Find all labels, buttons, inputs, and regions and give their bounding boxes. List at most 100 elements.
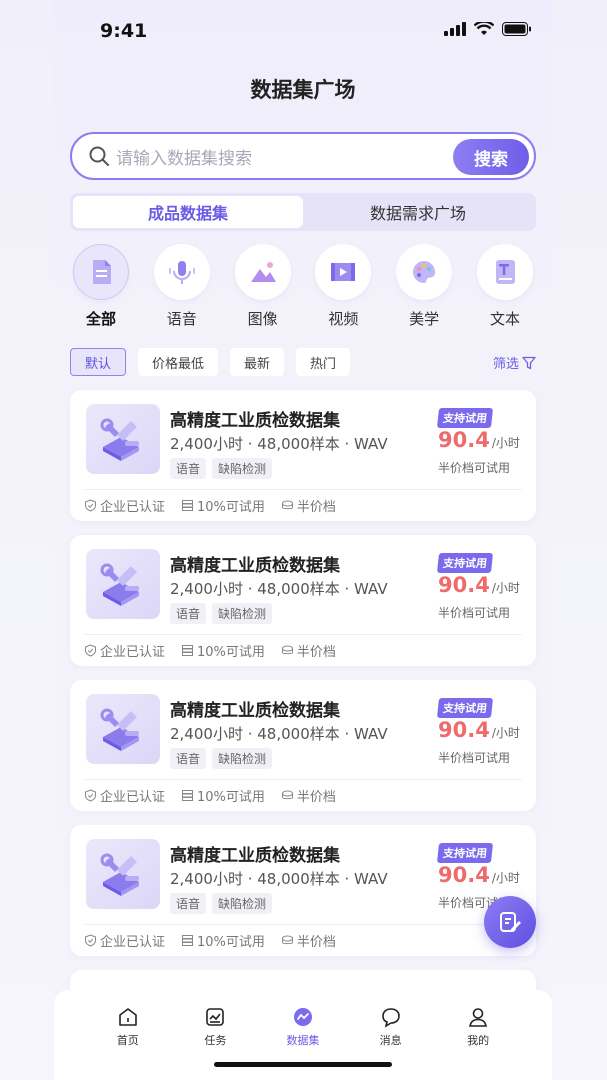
category-aesthetics[interactable]: 美学 (389, 244, 459, 329)
funnel-icon (522, 356, 536, 369)
filter-button[interactable]: 筛选 (493, 353, 536, 372)
category-text[interactable]: 文本 (470, 244, 540, 329)
tab-profile[interactable]: 我的 (434, 990, 522, 1080)
sort-filter-bar: 默认 价格最低 最新 热门 筛选 (70, 347, 536, 377)
database-stack-icon (182, 500, 194, 511)
price-unit: /小时 (491, 581, 520, 595)
palette-icon (413, 261, 436, 283)
category-video[interactable]: 视频 (308, 244, 378, 329)
search-bar: 请输入数据集搜索 搜索 (70, 132, 536, 180)
category-label: 美学 (409, 310, 440, 328)
tab-label: 数据集 (286, 1034, 320, 1047)
database-stack-icon (182, 645, 194, 656)
price-note: 半价档可试用 (438, 751, 511, 765)
category-label: 视频 (328, 310, 359, 328)
search-button[interactable]: 搜索 (453, 139, 529, 175)
task-icon (206, 1008, 225, 1026)
database-stack-icon (182, 790, 194, 801)
tab-data-demand-square[interactable]: 数据需求广场 (303, 196, 533, 228)
tab-finished-datasets[interactable]: 成品数据集 (73, 196, 303, 228)
card-divider (84, 634, 522, 635)
home-icon (118, 1008, 137, 1026)
trial-badge: 支持试用 (436, 553, 494, 573)
footer-half-price: 半价档 (296, 645, 336, 660)
dataset-tags: 语音 缺陷检测 (170, 458, 273, 479)
footer-trial-ratio: 10%可试用 (197, 500, 265, 515)
dataset-card[interactable]: 高精度工业质检数据集 2,400小时 · 48,000样本 · WAV 语音 缺… (70, 535, 536, 666)
signal-icon (444, 22, 466, 36)
page-title: 数据集广场 (250, 78, 356, 102)
dataset-thumbnail (86, 839, 160, 909)
dataset-card[interactable]: 高精度工业质检数据集 2,400小时 · 48,000样本 · WAV 语音 缺… (70, 390, 536, 521)
sort-newest-chip[interactable]: 最新 (230, 348, 285, 376)
category-label: 语音 (166, 310, 197, 328)
publish-demand-fab[interactable] (484, 896, 536, 948)
tab-label: 我的 (467, 1034, 490, 1047)
dataset-card[interactable]: 高精度工业质检数据集 2,400小时 · 48,000样本 · WAV 语音 缺… (70, 825, 536, 956)
dataset-price: 90.4 /小时 (438, 863, 520, 887)
card-divider (84, 924, 522, 925)
card-footer: 企业已认证 10%可试用 半价档 (84, 496, 336, 515)
dataset-type-switch: 成品数据集 数据需求广场 (70, 193, 536, 231)
dataset-title: 高精度工业质检数据集 (170, 411, 340, 431)
dataset-tag: 语音 (170, 893, 207, 914)
tools-icon (100, 418, 139, 461)
status-bar: 9:41 (54, 0, 552, 60)
shield-check-icon (85, 789, 96, 802)
app-screen: 9:41 数据集广场 请输入数据集搜索 搜索 成品数据集 数据需求广场 全部 语… (54, 0, 552, 1080)
tab-label: 首页 (116, 1034, 139, 1047)
video-icon (331, 263, 356, 281)
tab-label: 消息 (379, 1034, 402, 1047)
price-note: 半价档可试用 (438, 606, 511, 620)
status-time: 9:41 (100, 20, 148, 42)
dataset-tag: 缺陷检测 (212, 748, 273, 769)
image-icon (250, 262, 276, 282)
sort-popular-chip[interactable]: 热门 (296, 348, 351, 376)
shield-check-icon (85, 644, 96, 657)
dataset-thumbnail (86, 694, 160, 764)
document-icon (93, 260, 111, 284)
tools-icon (100, 853, 139, 896)
sort-default-chip[interactable]: 默认 (70, 348, 127, 376)
category-image[interactable]: 图像 (228, 244, 298, 329)
filter-label: 筛选 (492, 357, 519, 372)
profile-icon (469, 1008, 488, 1027)
dataset-price: 90.4 /小时 (438, 428, 520, 452)
dataset-tag: 语音 (170, 458, 207, 479)
price-unit: /小时 (491, 871, 520, 885)
category-label: 文本 (489, 310, 520, 328)
coins-icon (281, 645, 293, 655)
footer-half-price: 半价档 (296, 935, 336, 950)
dataset-tags: 语音 缺陷检测 (170, 603, 273, 624)
dataset-title: 高精度工业质检数据集 (170, 846, 340, 866)
microphone-icon (168, 261, 195, 284)
tab-home[interactable]: 首页 (84, 990, 172, 1080)
dataset-price: 90.4 /小时 (438, 573, 520, 597)
dataset-thumbnail (86, 404, 160, 474)
footer-half-price: 半价档 (296, 790, 336, 805)
edit-note-icon (500, 912, 521, 932)
price-unit: /小时 (491, 436, 520, 450)
category-voice[interactable]: 语音 (147, 244, 217, 329)
footer-verified: 企业已认证 (100, 790, 166, 805)
category-all[interactable]: 全部 (66, 244, 136, 329)
dataset-tag: 语音 (170, 748, 207, 769)
price-value: 90.4 (438, 718, 490, 742)
dataset-meta: 2,400小时 · 48,000样本 · WAV (170, 725, 388, 743)
footer-trial-ratio: 10%可试用 (197, 790, 265, 805)
shield-check-icon (85, 499, 96, 512)
dataset-meta: 2,400小时 · 48,000样本 · WAV (170, 870, 388, 888)
footer-verified: 企业已认证 (100, 645, 166, 660)
dataset-title: 高精度工业质检数据集 (170, 701, 340, 721)
footer-trial-ratio: 10%可试用 (197, 645, 265, 660)
trial-badge: 支持试用 (436, 408, 494, 428)
message-icon (381, 1008, 400, 1028)
card-footer: 企业已认证 10%可试用 半价档 (84, 786, 336, 805)
dataset-meta: 2,400小时 · 48,000样本 · WAV (170, 580, 388, 598)
tools-icon (100, 563, 139, 606)
sort-price-lowest-chip[interactable]: 价格最低 (138, 348, 219, 376)
trial-badge: 支持试用 (436, 698, 494, 718)
dataset-tag: 缺陷检测 (212, 458, 273, 479)
price-value: 90.4 (438, 863, 490, 887)
dataset-card[interactable]: 高精度工业质检数据集 2,400小时 · 48,000样本 · WAV 语音 缺… (70, 680, 536, 811)
